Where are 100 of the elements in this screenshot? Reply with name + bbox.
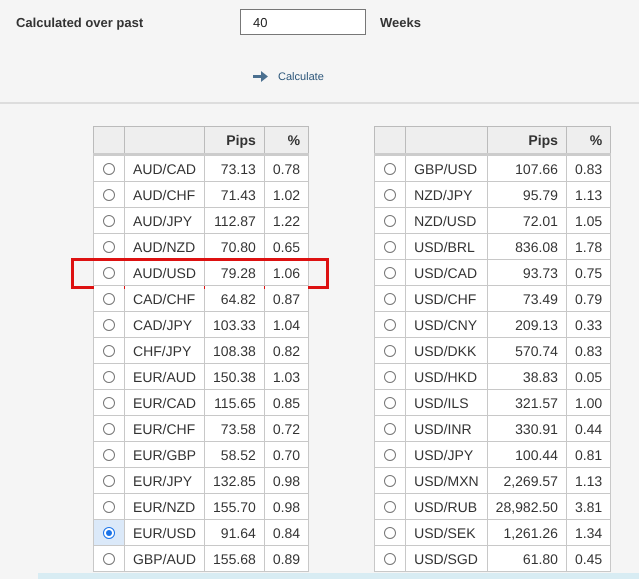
pips-cell: 132.85 xyxy=(204,468,264,494)
radio-button[interactable] xyxy=(384,552,396,564)
radio-button[interactable] xyxy=(103,500,115,512)
radio-button[interactable] xyxy=(103,396,115,408)
pips-cell: 73.13 xyxy=(204,154,264,182)
percent-cell: 0.44 xyxy=(566,416,611,442)
pips-cell: 155.70 xyxy=(204,494,264,520)
pair-cell: USD/JPY xyxy=(406,442,488,468)
percent-cell: 1.06 xyxy=(264,260,309,286)
radio-button[interactable] xyxy=(103,162,115,174)
radio-button[interactable] xyxy=(384,240,396,252)
radio-button[interactable] xyxy=(384,396,396,408)
unit-label: Weeks xyxy=(380,14,421,30)
percent-cell: 0.78 xyxy=(264,154,309,182)
radio-button[interactable] xyxy=(384,526,396,538)
pair-cell: EUR/NZD xyxy=(124,494,205,520)
percent-cell: 1.22 xyxy=(264,208,309,234)
pair-cell: USD/CHF xyxy=(406,286,488,312)
pair-cell: GBP/AUD xyxy=(124,546,205,572)
pair-cell: USD/DKK xyxy=(406,338,488,364)
pair-cell: NZD/USD xyxy=(406,208,488,234)
pair-cell: AUD/JPY xyxy=(124,208,205,234)
pair-cell: USD/CNY xyxy=(406,312,488,338)
percent-cell: 0.98 xyxy=(264,468,309,494)
period-label: Calculated over past xyxy=(16,14,144,30)
percent-cell: 0.65 xyxy=(264,234,309,260)
pair-cell: AUD/NZD xyxy=(124,234,205,260)
percent-cell: 0.83 xyxy=(566,154,611,182)
radio-button[interactable] xyxy=(384,500,396,512)
pair-cell: USD/SGD xyxy=(406,546,488,572)
percent-cell: 0.79 xyxy=(566,286,611,312)
pips-cell: 115.65 xyxy=(204,390,264,416)
column-header: % xyxy=(566,126,611,154)
radio-button[interactable] xyxy=(103,370,115,382)
pair-cell: AUD/USD xyxy=(124,260,205,286)
percent-cell: 0.45 xyxy=(566,546,611,572)
percent-cell: 1.04 xyxy=(264,312,309,338)
radio-button[interactable] xyxy=(103,292,115,304)
pips-cell: 112.87 xyxy=(204,208,264,234)
radio-button[interactable] xyxy=(103,188,115,200)
column-header: Pips xyxy=(487,126,566,154)
pips-cell: 61.80 xyxy=(487,546,566,572)
radio-button[interactable] xyxy=(103,344,115,356)
pair-cell: EUR/GBP xyxy=(124,442,205,468)
radio-button[interactable] xyxy=(384,162,396,174)
pips-cell: 28,982.50 xyxy=(487,494,566,520)
pair-cell: CAD/CHF xyxy=(124,286,205,312)
radio-button[interactable] xyxy=(384,474,396,486)
pair-cell: EUR/JPY xyxy=(124,468,205,494)
radio-button[interactable] xyxy=(384,370,396,382)
pips-cell: 72.01 xyxy=(487,208,566,234)
pips-cell: 100.44 xyxy=(487,442,566,468)
percent-cell: 0.82 xyxy=(264,338,309,364)
radio-button[interactable] xyxy=(384,318,396,330)
radio-button[interactable] xyxy=(103,266,115,278)
percent-cell: 0.05 xyxy=(566,364,611,390)
pips-cell: 209.13 xyxy=(487,312,566,338)
pips-cell: 64.82 xyxy=(204,286,264,312)
radio-button[interactable] xyxy=(384,448,396,460)
radio-button[interactable] xyxy=(384,266,396,278)
pips-cell: 321.57 xyxy=(487,390,566,416)
pair-cell: NZD/JPY xyxy=(406,182,488,208)
pips-cell: 38.83 xyxy=(487,364,566,390)
pair-cell: AUD/CHF xyxy=(124,182,205,208)
radio-button[interactable] xyxy=(103,214,115,226)
pair-cell: CHF/JPY xyxy=(124,338,205,364)
pair-cell: USD/ILS xyxy=(406,390,488,416)
radio-button[interactable] xyxy=(103,318,115,330)
arrow-right-icon xyxy=(253,70,268,83)
radio-button[interactable] xyxy=(103,448,115,460)
percent-cell: 3.81 xyxy=(566,494,611,520)
radio-button[interactable] xyxy=(103,422,115,434)
percent-cell: 0.98 xyxy=(264,494,309,520)
horizontal-scrollbar[interactable] xyxy=(38,573,639,579)
pips-cell: 71.43 xyxy=(204,182,264,208)
radio-button[interactable] xyxy=(384,214,396,226)
pair-cell: GBP/USD xyxy=(406,154,488,182)
radio-button[interactable] xyxy=(103,552,115,564)
percent-cell: 0.81 xyxy=(566,442,611,468)
pips-cell: 150.38 xyxy=(204,364,264,390)
pips-cell: 2,269.57 xyxy=(487,468,566,494)
calculate-button[interactable]: Calculate xyxy=(248,66,329,87)
percent-cell: 0.72 xyxy=(264,416,309,442)
percent-cell: 0.70 xyxy=(264,442,309,468)
radio-button[interactable] xyxy=(384,188,396,200)
pair-cell: USD/MXN xyxy=(406,468,488,494)
radio-button[interactable] xyxy=(384,292,396,304)
percent-cell: 1.13 xyxy=(566,468,611,494)
column-header: Pips xyxy=(204,126,264,154)
radio-button[interactable] xyxy=(384,422,396,434)
percent-cell: 0.85 xyxy=(264,390,309,416)
radio-button[interactable] xyxy=(103,240,115,252)
radio-button[interactable] xyxy=(103,474,115,486)
pips-cell: 570.74 xyxy=(487,338,566,364)
pair-cell: EUR/CHF xyxy=(124,416,205,442)
percent-cell: 0.75 xyxy=(566,260,611,286)
radio-button[interactable] xyxy=(103,526,115,538)
weeks-input[interactable]: 40 xyxy=(240,9,366,35)
radio-button[interactable] xyxy=(384,344,396,356)
pips-cell: 1,261.26 xyxy=(487,520,566,546)
